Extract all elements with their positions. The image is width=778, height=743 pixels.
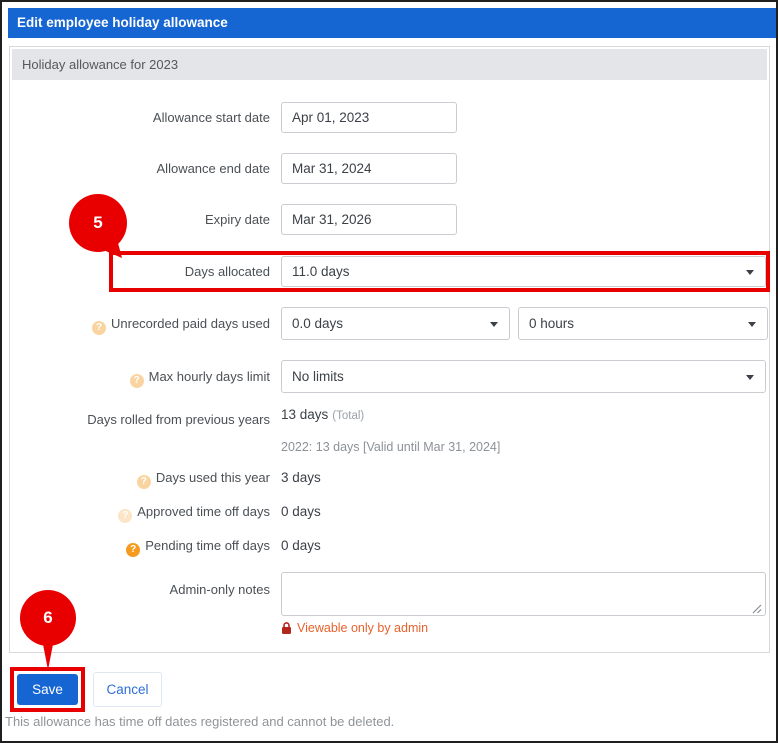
allowance-panel [9, 46, 770, 653]
dialog-title: Edit employee holiday allowance [17, 15, 228, 30]
dialog-title-bar: Edit employee holiday allowance [8, 8, 776, 38]
cancel-button[interactable]: Cancel [93, 672, 162, 707]
expiry-date-input[interactable]: Mar 31, 2026 [281, 204, 457, 235]
days-rolled-total-suffix: (Total) [332, 410, 364, 422]
help-icon[interactable]: ? [137, 475, 151, 489]
chevron-down-icon [490, 322, 498, 327]
edit-holiday-allowance-dialog: Edit employee holiday allowance Holiday … [0, 0, 778, 743]
help-icon[interactable]: ? [126, 543, 140, 557]
section-title: Holiday allowance for 2023 [22, 57, 178, 72]
days-allocated-select[interactable]: 11.0 days [281, 256, 766, 287]
lock-icon [281, 622, 292, 635]
days-allocated-label: Days allocated [20, 256, 270, 287]
allowance-end-value: Mar 31, 2024 [292, 161, 372, 176]
help-icon[interactable]: ? [130, 374, 144, 388]
max-hourly-value: No limits [292, 369, 344, 384]
unrecorded-days-select[interactable]: 0.0 days [281, 307, 510, 340]
days-allocated-value: 11.0 days [292, 264, 350, 279]
pending-label: ? Pending time off days [20, 536, 270, 557]
help-icon[interactable]: ? [118, 509, 132, 523]
admin-only-hint-text: Viewable only by admin [297, 620, 428, 636]
days-used-label-text: Days used this year [156, 470, 270, 485]
approved-label: ? Approved time off days [20, 502, 270, 523]
max-hourly-label: ? Max hourly days limit [20, 361, 270, 392]
pending-label-text: Pending time off days [145, 538, 270, 553]
days-rolled-total: 13 days (Total) [281, 405, 364, 426]
approved-label-text: Approved time off days [137, 504, 270, 519]
days-used-value: 3 days [281, 468, 321, 488]
days-rolled-total-value: 13 days [281, 407, 328, 422]
allowance-start-value: Apr 01, 2023 [292, 110, 369, 125]
admin-notes-label: Admin-only notes [20, 580, 270, 600]
unrecorded-hours-value: 0 hours [529, 316, 574, 331]
max-hourly-label-text: Max hourly days limit [149, 369, 270, 384]
expiry-date-value: Mar 31, 2026 [292, 212, 372, 227]
admin-only-hint: Viewable only by admin [281, 620, 428, 636]
chevron-down-icon [746, 270, 754, 275]
allowance-end-input[interactable]: Mar 31, 2024 [281, 153, 457, 184]
days-rolled-label: Days rolled from previous years [20, 410, 270, 430]
allowance-end-label: Allowance end date [20, 153, 270, 184]
save-button[interactable]: Save [17, 674, 78, 705]
resize-handle-icon[interactable] [752, 604, 762, 614]
days-used-label: ? Days used this year [20, 468, 270, 489]
days-rolled-detail: 2022: 13 days [Valid until Mar 31, 2024] [281, 438, 500, 456]
pending-value: 0 days [281, 536, 321, 556]
unrecorded-days-value: 0.0 days [292, 316, 343, 331]
allowance-start-label: Allowance start date [20, 102, 270, 133]
unrecorded-label-text: Unrecorded paid days used [111, 316, 270, 331]
deletion-note: This allowance has time off dates regist… [5, 714, 394, 729]
help-icon[interactable]: ? [92, 321, 106, 335]
allowance-start-input[interactable]: Apr 01, 2023 [281, 102, 457, 133]
max-hourly-select[interactable]: No limits [281, 360, 766, 393]
admin-notes-textarea[interactable] [281, 572, 766, 616]
chevron-down-icon [748, 322, 756, 327]
unrecorded-label: ? Unrecorded paid days used [20, 308, 270, 339]
chevron-down-icon [746, 375, 754, 380]
section-header: Holiday allowance for 2023 [12, 49, 767, 80]
unrecorded-hours-select[interactable]: 0 hours [518, 307, 768, 340]
expiry-date-label: Expiry date [20, 204, 270, 235]
approved-value: 0 days [281, 502, 321, 522]
